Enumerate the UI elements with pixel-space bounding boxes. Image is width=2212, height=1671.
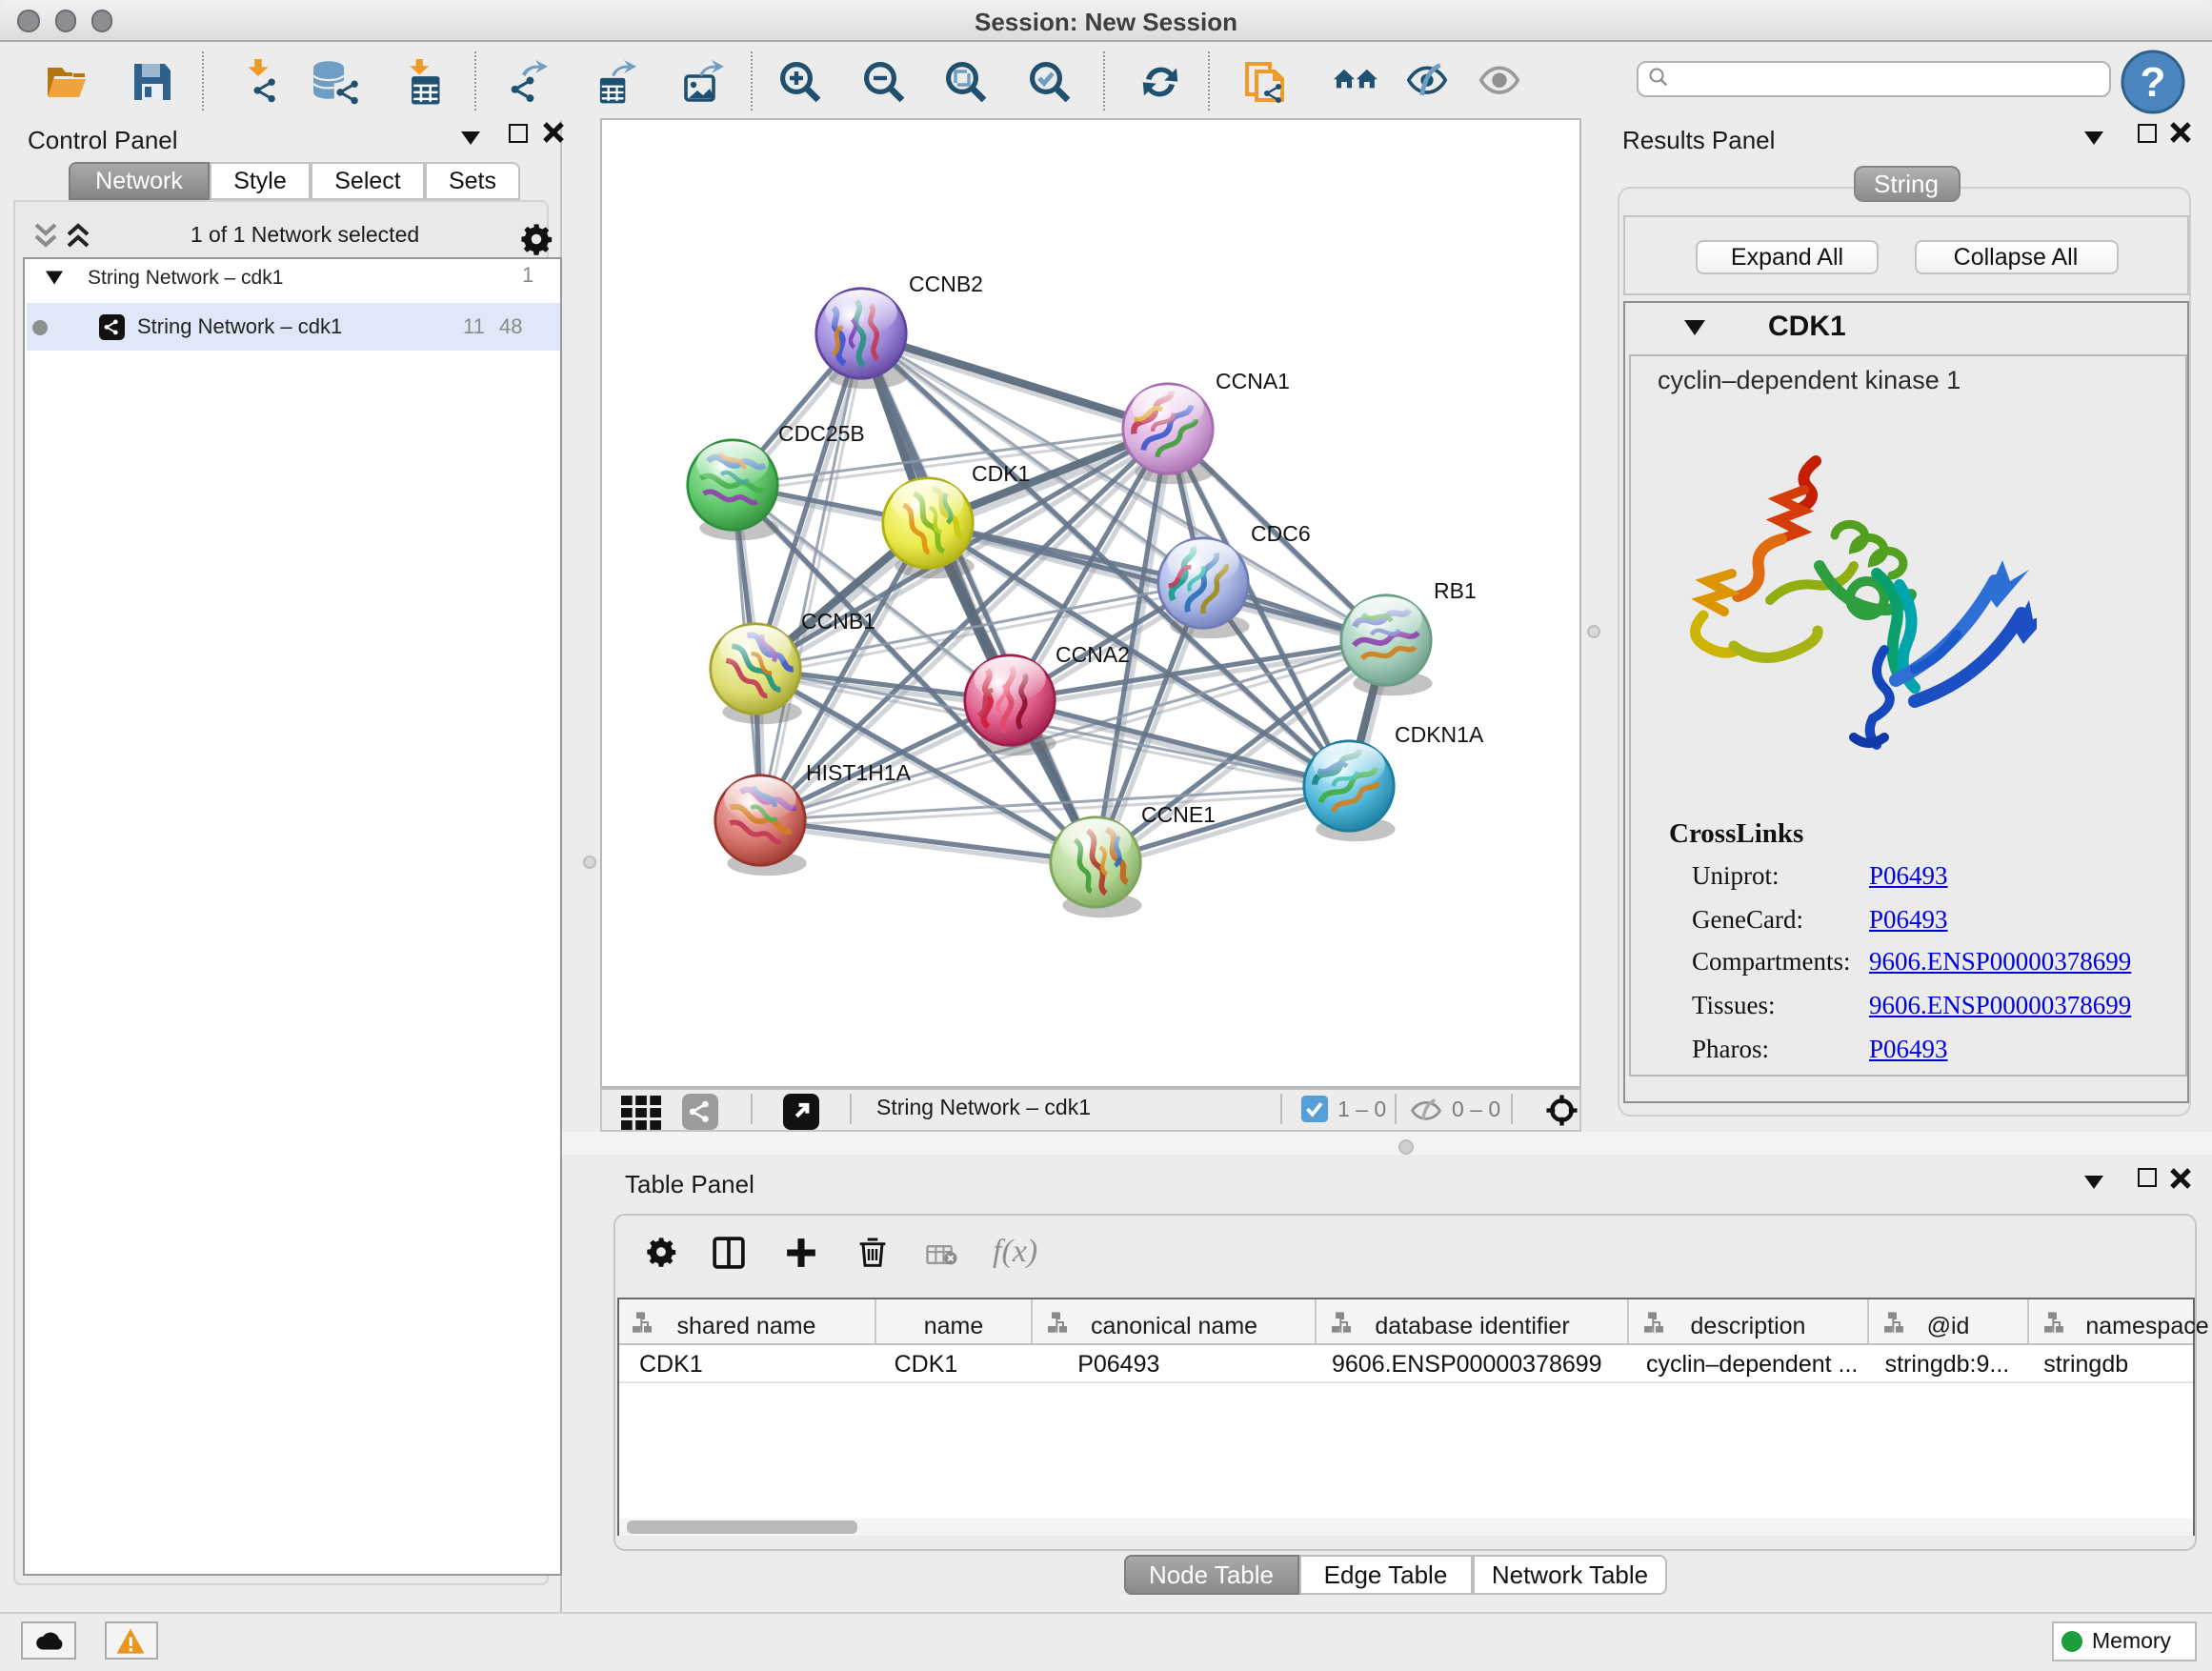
svg-text:CCNE1: CCNE1 — [1141, 802, 1216, 827]
svg-text:CCNA2: CCNA2 — [1056, 642, 1130, 667]
svg-text:?: ? — [2141, 58, 2166, 105]
svg-text:CCNA1: CCNA1 — [1216, 369, 1290, 393]
svg-text:CCNB2: CCNB2 — [909, 272, 983, 296]
svg-text:CDC6: CDC6 — [1251, 521, 1311, 546]
svg-text:CCNB1: CCNB1 — [801, 609, 875, 634]
svg-text:HIST1H1A: HIST1H1A — [806, 760, 912, 785]
svg-text:RB1: RB1 — [1434, 578, 1477, 603]
svg-text:CDKN1A: CDKN1A — [1395, 722, 1484, 747]
svg-text:CDK1: CDK1 — [972, 461, 1030, 486]
svg-text:CDC25B: CDC25B — [778, 421, 865, 446]
